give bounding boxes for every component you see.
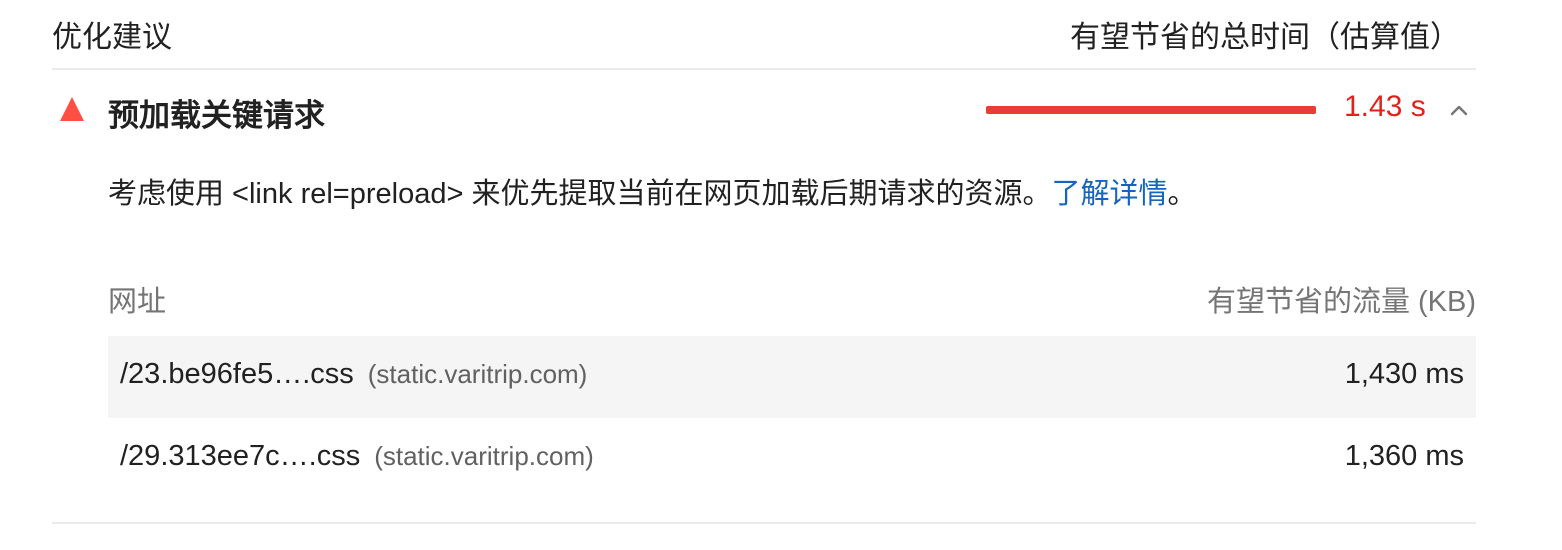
table-row: /29.313ee7c….css (static.varitrip.com) 1,… (108, 418, 1476, 500)
fail-triangle-icon (60, 97, 84, 121)
bottom-divider (52, 522, 1476, 524)
resource-url[interactable]: /29.313ee7c….css (static.varitrip.com) (120, 440, 594, 473)
resource-path: /29.313ee7c….css (120, 440, 361, 472)
table-header-row: 网址 有望节省的流量 (KB) (108, 268, 1476, 336)
audit-title: 预加载关键请求 (108, 98, 325, 133)
resource-host: (static.varitrip.com) (374, 441, 594, 471)
column-header-savings: 有望节省的流量 (KB) (1206, 286, 1476, 318)
audit-summary-toggle[interactable]: 预加载关键请求 1.43 s (52, 70, 1476, 150)
resource-savings: 1,430 ms (1344, 358, 1464, 390)
audit-savings-value: 1.43 s (1344, 90, 1426, 123)
audit-description-suffix: 。 (1167, 178, 1197, 210)
resource-url[interactable]: /23.be96fe5….css (static.varitrip.com) (120, 358, 587, 391)
audit-description-text: 考虑使用 <link rel=preload> 来优先提取当前在网页加载后期请求… (108, 178, 1052, 210)
resource-path: /23.be96fe5….css (120, 358, 354, 390)
resource-savings: 1,360 ms (1344, 440, 1464, 472)
chevron-up-icon[interactable] (1449, 100, 1469, 120)
savings-bar (986, 106, 1316, 114)
opportunity-header-title: 优化建议 (52, 21, 172, 54)
resources-table: 网址 有望节省的流量 (KB) /23.be96fe5….css (static.… (108, 268, 1476, 500)
audit-description: 考虑使用 <link rel=preload> 来优先提取当前在网页加载后期请求… (108, 170, 1197, 212)
learn-more-link[interactable]: 了解详情 (1051, 178, 1167, 210)
audit-preload-critical-requests: 预加载关键请求 1.43 s 考虑使用 <link rel=preload> 来… (52, 70, 1476, 524)
opportunity-header: 优化建议 有望节省的总时间（估算值） (52, 0, 1476, 70)
table-row: /23.be96fe5….css (static.varitrip.com) 1,… (108, 336, 1476, 418)
opportunity-header-savings-label: 有望节省的总时间（估算值） (1070, 21, 1460, 54)
column-header-url: 网址 (108, 286, 167, 318)
resource-host: (static.varitrip.com) (367, 359, 588, 389)
